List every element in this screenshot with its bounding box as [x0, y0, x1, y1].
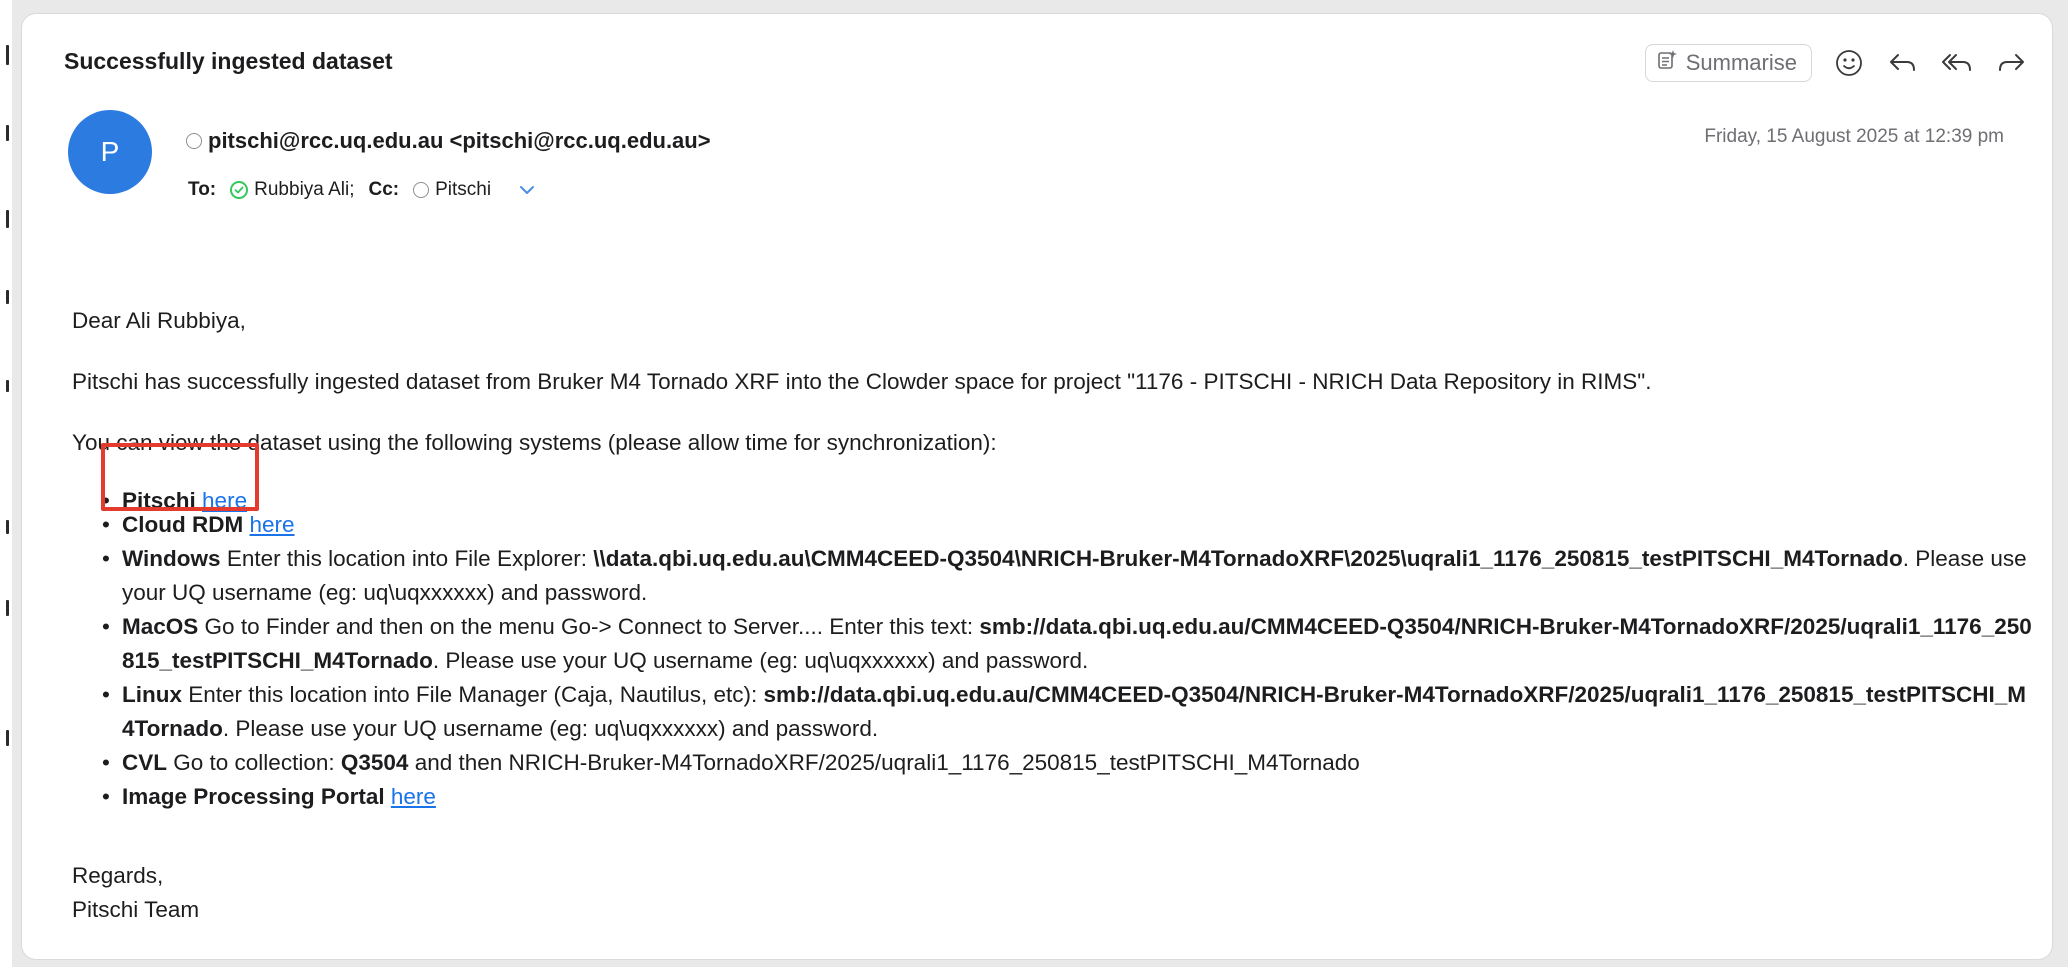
- reply-icon[interactable]: [1886, 46, 1920, 80]
- signature: Pitschi Team: [72, 897, 200, 922]
- emoji-icon[interactable]: [1832, 46, 1866, 80]
- chevron-down-icon[interactable]: [519, 185, 535, 195]
- status-ring-icon: [186, 133, 202, 149]
- item-text: Go to Finder and then on the menu Go-> C…: [204, 614, 974, 639]
- summarise-label: Summarise: [1685, 50, 1797, 75]
- intro-paragraph: Pitschi has successfully ingested datase…: [72, 369, 1652, 394]
- forward-icon[interactable]: [1994, 46, 2028, 80]
- message-toolbar: Summarise: [1644, 44, 2028, 82]
- check-circle-icon: [230, 181, 249, 199]
- list-item: Windows Enter this location into File Ex…: [72, 542, 2032, 610]
- cc-label: Cc:: [368, 179, 400, 200]
- email-message: Successfully ingested dataset Summarise …: [22, 14, 2052, 959]
- systems-list: Pitschi here Cloud RDM here Windows Ente…: [72, 484, 2032, 814]
- to-recipient[interactable]: Rubbiya Ali;: [254, 179, 354, 201]
- email-date: Friday, 15 August 2025 at 12:39 pm: [1704, 126, 2004, 147]
- item-text: Enter this location into File Explorer:: [226, 546, 587, 571]
- item-title: Linux: [122, 682, 182, 707]
- highlight-box: [101, 443, 259, 511]
- regards: Regards,: [72, 863, 164, 888]
- list-item: Image Processing Portal here: [72, 780, 2032, 814]
- list-item: MacOS Go to Finder and then on the menu …: [72, 610, 2032, 678]
- list-item: Cloud RDM here: [72, 508, 2032, 542]
- sender-line[interactable]: pitschi@rcc.uq.edu.au <pitschi@rcc.uq.ed…: [186, 128, 711, 154]
- item-title: Windows: [122, 546, 221, 571]
- item-tail: and then NRICH-Bruker-M4TornadoXRF/2025/…: [414, 750, 1360, 775]
- list-item: Linux Enter this location into File Mana…: [72, 678, 2032, 746]
- item-tail: . Please use your UQ username (eg: uq\uq…: [222, 716, 879, 741]
- item-text: Go to collection:: [173, 750, 335, 775]
- cloud-rdm-link[interactable]: here: [250, 512, 295, 537]
- summarise-button[interactable]: Summarise: [1644, 44, 1812, 82]
- greeting: Dear Ali Rubbiya,: [72, 308, 246, 333]
- item-title: MacOS: [122, 614, 199, 639]
- recipients-line: To: Rubbiya Ali; Cc: Pitschi: [188, 179, 535, 201]
- cc-recipient[interactable]: Pitschi: [435, 179, 491, 201]
- reply-all-icon[interactable]: [1940, 46, 1974, 80]
- sender-avatar[interactable]: P: [68, 110, 152, 194]
- item-title: Image Processing Portal: [122, 784, 385, 809]
- item-tail: . Please use your UQ username (eg: uq\uq…: [432, 648, 1089, 673]
- item-title: Cloud RDM: [122, 512, 244, 537]
- sender-address: pitschi@rcc.uq.edu.au <pitschi@rcc.uq.ed…: [208, 128, 711, 153]
- cvl-collection: Q3504: [340, 750, 409, 775]
- item-title: CVL: [122, 750, 167, 775]
- status-ring-icon: [413, 182, 430, 198]
- to-label: To:: [188, 179, 217, 200]
- list-item: CVL Go to collection: Q3504 and then NRI…: [72, 746, 2032, 780]
- summarise-icon: [1656, 49, 1678, 77]
- windows-path[interactable]: \\data.qbi.uq.edu.au\CMM4CEED-Q3504\NRIC…: [593, 546, 1903, 571]
- item-text: Enter this location into File Manager (C…: [188, 682, 758, 707]
- email-subject: Successfully ingested dataset: [64, 48, 393, 74]
- image-portal-link[interactable]: here: [391, 784, 436, 809]
- window-left-edge: [0, 0, 12, 967]
